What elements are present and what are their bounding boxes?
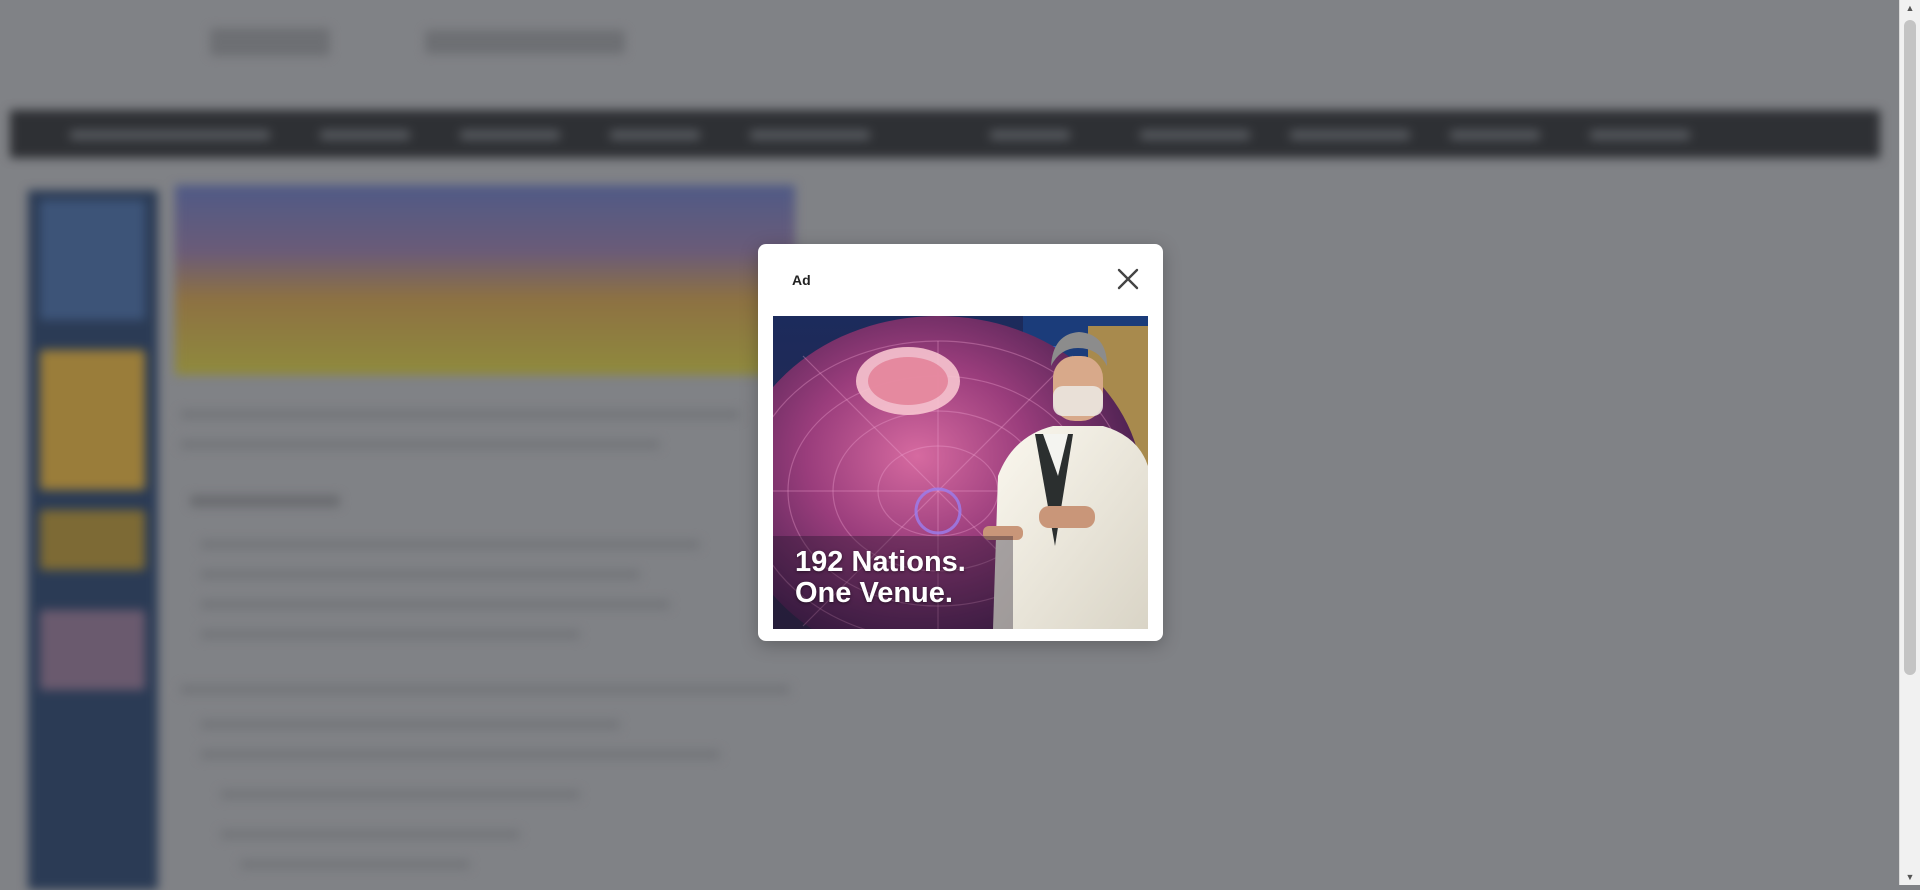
nav-item bbox=[1450, 130, 1540, 140]
text-line bbox=[240, 860, 470, 869]
scrollbar-thumb[interactable] bbox=[1904, 20, 1916, 675]
close-ad-button[interactable] bbox=[1115, 266, 1141, 292]
left-ad-rail bbox=[28, 190, 158, 890]
rail-ad-tile bbox=[40, 610, 145, 690]
text-line bbox=[200, 570, 640, 579]
rail-ad-tile bbox=[40, 510, 145, 570]
nav-item bbox=[320, 130, 410, 140]
scroll-down-arrow-icon[interactable]: ▼ bbox=[1900, 869, 1920, 885]
ad-modal: Ad 192 Nations. One Venue. bbox=[758, 244, 1163, 641]
nav-item bbox=[750, 130, 870, 140]
text-line bbox=[200, 750, 720, 759]
text-line bbox=[200, 630, 580, 639]
main-navigation-bar bbox=[10, 110, 1880, 158]
text-line bbox=[180, 410, 740, 419]
nav-item bbox=[70, 130, 270, 140]
text-line bbox=[200, 540, 700, 549]
nav-item bbox=[460, 130, 560, 140]
nav-item bbox=[1290, 130, 1410, 140]
site-brand-mark bbox=[425, 30, 625, 54]
text-line bbox=[200, 720, 620, 729]
nav-item bbox=[1140, 130, 1250, 140]
ad-headline-line1: 192 Nations. bbox=[795, 546, 966, 578]
text-line bbox=[180, 440, 660, 449]
text-line bbox=[200, 600, 670, 609]
ad-label: Ad bbox=[792, 272, 811, 288]
nav-item bbox=[610, 130, 700, 140]
scroll-up-arrow-icon[interactable]: ▲ bbox=[1900, 0, 1920, 16]
text-line bbox=[180, 685, 790, 694]
ad-creative-image[interactable]: 192 Nations. One Venue. bbox=[773, 316, 1148, 629]
rail-ad-tile bbox=[40, 350, 145, 490]
text-line bbox=[220, 790, 580, 799]
ad-headline-line2: One Venue. bbox=[795, 577, 953, 609]
rail-ad-tile bbox=[40, 200, 145, 320]
text-line bbox=[220, 830, 520, 839]
nav-item bbox=[1590, 130, 1690, 140]
ad-headline: 192 Nations. One Venue. bbox=[795, 547, 966, 609]
section-heading bbox=[190, 495, 340, 507]
nav-item bbox=[990, 130, 1070, 140]
hero-banner bbox=[175, 185, 795, 375]
site-logo bbox=[210, 28, 330, 56]
close-icon bbox=[1117, 268, 1139, 290]
page-scrollbar[interactable]: ▲ ▼ bbox=[1899, 0, 1920, 885]
